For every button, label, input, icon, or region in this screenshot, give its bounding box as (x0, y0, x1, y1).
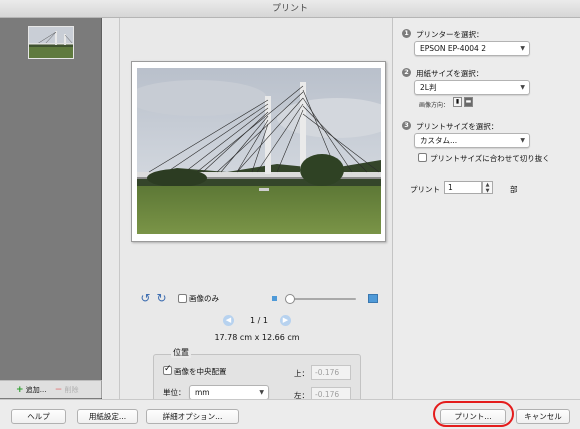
rotate-left-icon[interactable]: ↺ (139, 292, 152, 305)
center-image-checkbox[interactable]: ✓ (163, 364, 172, 375)
rotate-right-icon[interactable]: ↻ (155, 292, 168, 305)
next-page-icon[interactable]: ▶ (280, 315, 291, 326)
image-only-label: 画像のみ (189, 294, 219, 303)
page-setup-button[interactable]: 用紙設定... (77, 409, 138, 424)
help-button[interactable]: ヘルプ (11, 409, 66, 424)
zoom-slider[interactable] (286, 298, 356, 300)
bridge-photo (137, 68, 381, 234)
remove-icon: − (54, 385, 63, 395)
previous-page-icon[interactable]: ◀ (223, 315, 234, 326)
center-image-label: 画像を中央配置 (174, 367, 227, 376)
top-offset-field[interactable]: -0.176 (311, 365, 351, 380)
page-indicator: 1 / 1 (250, 316, 268, 325)
settings-panel: 1 プリンターを選択： EPSON EP-4004 2 ▼ 2 用紙サイズを選択… (394, 18, 580, 399)
preview-image[interactable] (137, 68, 381, 234)
checkmark-icon: ✓ (164, 364, 172, 374)
thumbnail-actions: + 追加... − 削除 (0, 380, 102, 398)
print-size-value: カスタム... (420, 136, 458, 145)
preview-area: ↺ ↻ 画像のみ ◀ 1 / 1 ▶ 17.78 cm x 12.66 cm ✓… (103, 18, 393, 414)
chevron-down-icon: ▼ (259, 389, 264, 396)
zoom-out-icon[interactable] (272, 296, 277, 301)
copies-label: プリント (410, 185, 440, 194)
cancel-button[interactable]: キャンセル (516, 409, 570, 424)
add-button[interactable]: 追加... (26, 386, 47, 394)
printer-select[interactable]: EPSON EP-4004 2 ▼ (414, 41, 530, 56)
position-title: 位置 (171, 347, 191, 358)
portrait-icon[interactable]: ▮ (453, 97, 462, 107)
add-icon[interactable]: + (16, 385, 24, 395)
preview-controls: ↺ ↻ 画像のみ (139, 292, 389, 306)
fit-crop-label: プリントサイズに合わせて切り抜く (430, 154, 550, 163)
print-button-highlight (433, 401, 514, 427)
chevron-down-icon: ▼ (520, 45, 525, 52)
remove-button: 削除 (64, 386, 79, 394)
printer-select-label: プリンターを選択： (416, 30, 484, 39)
chevron-down-icon: ▼ (520, 137, 525, 144)
orientation-label: 画像方向： (419, 102, 450, 109)
page-navigator: ◀ 1 / 1 ▶ (223, 315, 293, 327)
chevron-down-icon: ▼ (520, 84, 525, 91)
step-1-badge: 1 (402, 29, 411, 38)
step-2-badge: 2 (402, 68, 411, 77)
copies-input[interactable]: 1 (444, 181, 482, 194)
landscape-icon[interactable]: ▬ (464, 97, 473, 107)
print-size-label: プリントサイズを選択： (416, 122, 499, 131)
thumbnail-image[interactable] (28, 26, 74, 59)
print-size-select[interactable]: カスタム... ▼ (414, 133, 530, 148)
top-offset-label: 上： (294, 369, 309, 378)
fit-crop-checkbox[interactable] (418, 153, 427, 162)
divider (119, 18, 120, 399)
zoom-in-icon[interactable] (368, 294, 378, 303)
paper-size-value: 2L判 (420, 83, 437, 92)
thumbnail-panel (0, 18, 102, 399)
paper-preview (131, 61, 386, 242)
unit-select[interactable]: mm ▼ (189, 385, 269, 400)
more-options-button[interactable]: 詳細オプション... (146, 409, 239, 424)
zoom-slider-knob[interactable] (285, 294, 295, 304)
unit-label: 単位： (163, 388, 186, 397)
paper-size-select[interactable]: 2L判 ▼ (414, 80, 530, 95)
window-title: プリント (0, 0, 580, 18)
image-only-checkbox[interactable] (178, 294, 187, 303)
copies-unit: 部 (510, 185, 518, 194)
print-dimensions: 17.78 cm x 12.66 cm (214, 333, 300, 342)
bridge-photo-thumb (29, 27, 73, 58)
paper-size-label: 用紙サイズを選択： (416, 69, 484, 78)
copies-stepper[interactable]: ▲ ▼ (482, 181, 493, 194)
unit-value: mm (195, 388, 210, 397)
chevron-down-icon[interactable]: ▼ (483, 188, 492, 194)
step-3-badge: 3 (402, 121, 411, 130)
printer-value: EPSON EP-4004 2 (420, 44, 486, 53)
